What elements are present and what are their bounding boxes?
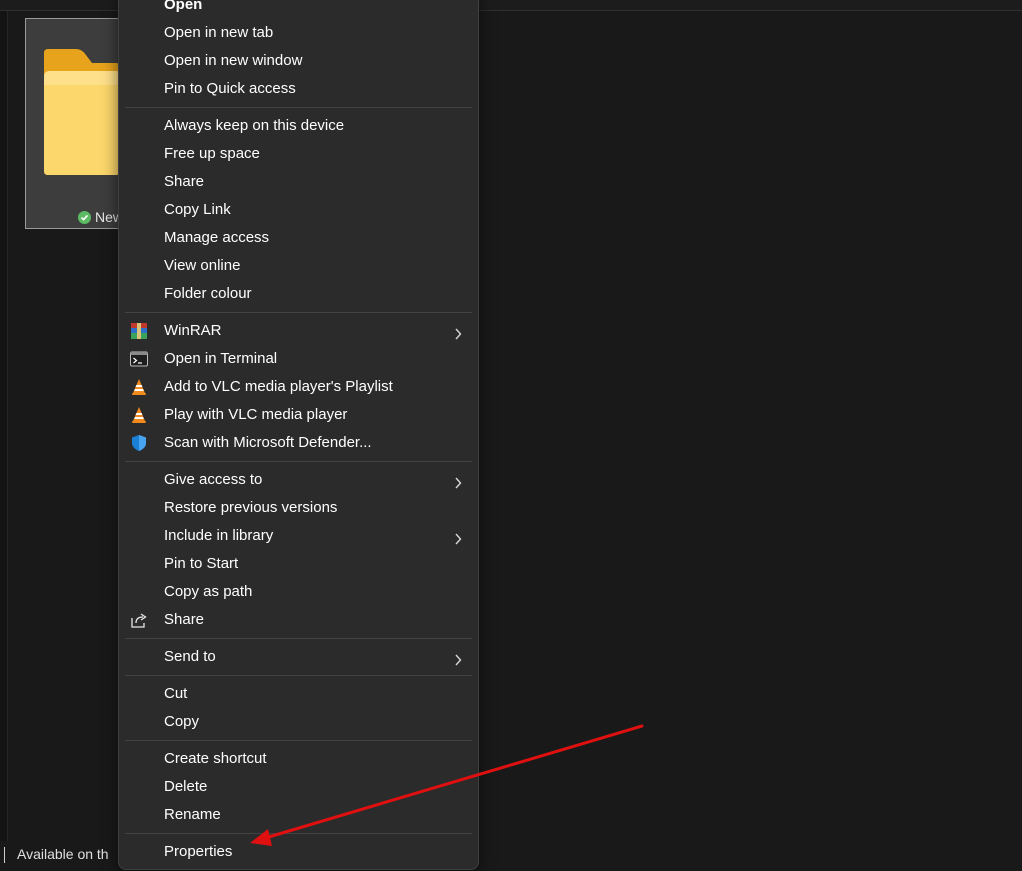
menu-item-share[interactable]: Share bbox=[125, 169, 472, 195]
folder-icon bbox=[44, 49, 120, 175]
menu-item-pin-to-start[interactable]: Pin to Start bbox=[125, 551, 472, 577]
vlc-icon bbox=[130, 378, 148, 396]
menu-item-label: Copy bbox=[164, 713, 200, 730]
menu-item-manage-access[interactable]: Manage access bbox=[125, 225, 472, 251]
chevron-right-icon bbox=[453, 324, 463, 340]
folder-name-label: New bbox=[78, 209, 123, 225]
menu-item-always-keep-on-this-device[interactable]: Always keep on this device bbox=[125, 113, 472, 139]
menu-item-label: Delete bbox=[164, 778, 208, 795]
menu-separator bbox=[125, 638, 472, 639]
menu-item-label: Properties bbox=[164, 843, 233, 860]
menu-item-label: Open bbox=[164, 0, 203, 13]
menu-item-give-access-to[interactable]: Give access to bbox=[125, 467, 472, 493]
menu-separator bbox=[125, 461, 472, 462]
menu-item-copy-as-path[interactable]: Copy as path bbox=[125, 579, 472, 605]
winrar-icon bbox=[130, 322, 148, 340]
chevron-right-icon bbox=[453, 650, 463, 666]
menu-item-send-to[interactable]: Send to bbox=[125, 644, 472, 670]
menu-item-label: Open in Terminal bbox=[164, 350, 278, 367]
status-text: Available on th bbox=[17, 846, 109, 862]
menu-item-pin-to-quick-access[interactable]: Pin to Quick access bbox=[125, 76, 472, 102]
menu-item-play-with-vlc-media-player[interactable]: Play with VLC media player bbox=[125, 402, 472, 428]
menu-item-view-online[interactable]: View online bbox=[125, 253, 472, 279]
menu-item-label: View online bbox=[164, 257, 241, 274]
chevron-right-icon bbox=[453, 473, 463, 489]
menu-item-label: Play with VLC media player bbox=[164, 406, 348, 423]
menu-item-open-in-terminal[interactable]: Open in Terminal bbox=[125, 346, 472, 372]
menu-item-label: Open in new tab bbox=[164, 24, 274, 41]
menu-item-label: Add to VLC media player's Playlist bbox=[164, 378, 393, 395]
menu-item-label: Share bbox=[164, 611, 205, 628]
menu-item-include-in-library[interactable]: Include in library bbox=[125, 523, 472, 549]
menu-item-label: Include in library bbox=[164, 527, 274, 544]
sync-status-check-icon bbox=[78, 210, 91, 224]
chevron-right-icon bbox=[453, 529, 463, 545]
menu-item-label: Give access to bbox=[164, 471, 263, 488]
menu-item-label: Pin to Quick access bbox=[164, 80, 296, 97]
defender-shield-icon bbox=[130, 434, 148, 452]
menu-item-properties[interactable]: Properties bbox=[125, 839, 472, 865]
vlc-icon bbox=[130, 406, 148, 424]
menu-item-delete[interactable]: Delete bbox=[125, 774, 472, 800]
menu-item-label: Folder colour bbox=[164, 285, 252, 302]
menu-item-folder-colour[interactable]: Folder colour bbox=[125, 281, 472, 307]
menu-item-label: Copy as path bbox=[164, 583, 253, 600]
terminal-icon bbox=[130, 350, 148, 368]
menu-item-cut[interactable]: Cut bbox=[125, 681, 472, 707]
menu-separator bbox=[125, 107, 472, 108]
context-menu: Open Open in new tab Open in new window Pin… bbox=[118, 0, 479, 870]
menu-item-label: Pin to Start bbox=[164, 555, 239, 572]
menu-item-copy-link[interactable]: Copy Link bbox=[125, 197, 472, 223]
menu-item-label: Send to bbox=[164, 648, 216, 665]
menu-item-create-shortcut[interactable]: Create shortcut bbox=[125, 746, 472, 772]
menu-item-label: Create shortcut bbox=[164, 750, 267, 767]
share-icon bbox=[130, 611, 148, 629]
menu-item-label: Always keep on this device bbox=[164, 117, 345, 134]
menu-item-label: Cut bbox=[164, 685, 188, 702]
menu-separator bbox=[125, 833, 472, 834]
menu-item-copy[interactable]: Copy bbox=[125, 709, 472, 735]
menu-separator bbox=[125, 312, 472, 313]
menu-item-label: Scan with Microsoft Defender... bbox=[164, 434, 372, 451]
menu-item-free-up-space[interactable]: Free up space bbox=[125, 141, 472, 167]
navigation-pane-edge bbox=[0, 11, 8, 841]
menu-item-label: Manage access bbox=[164, 229, 270, 246]
menu-item-scan-with-microsoft-defender[interactable]: Scan with Microsoft Defender... bbox=[125, 430, 472, 456]
menu-item-label: Open in new window bbox=[164, 52, 303, 69]
menu-item-open-in-new-window[interactable]: Open in new window bbox=[125, 48, 472, 74]
menu-item-open-in-new-tab[interactable]: Open in new tab bbox=[125, 20, 472, 46]
menu-item-restore-previous-versions[interactable]: Restore previous versions bbox=[125, 495, 472, 521]
menu-item-winrar[interactable]: WinRAR bbox=[125, 318, 472, 344]
menu-item-label: Free up space bbox=[164, 145, 260, 162]
menu-item-label: Copy Link bbox=[164, 201, 231, 218]
menu-item-label: Rename bbox=[164, 806, 221, 823]
menu-item-add-to-vlc-media-player-s-playlist[interactable]: Add to VLC media player's Playlist bbox=[125, 374, 472, 400]
menu-item-label: WinRAR bbox=[164, 322, 222, 339]
menu-item-label: Restore previous versions bbox=[164, 499, 338, 516]
menu-separator bbox=[125, 740, 472, 741]
menu-separator bbox=[125, 675, 472, 676]
menu-item-label: Share bbox=[164, 173, 205, 190]
menu-item-share[interactable]: Share bbox=[125, 607, 472, 633]
status-bar-divider bbox=[4, 847, 5, 863]
menu-item-rename[interactable]: Rename bbox=[125, 802, 472, 828]
menu-item-open[interactable]: Open bbox=[125, 0, 472, 18]
